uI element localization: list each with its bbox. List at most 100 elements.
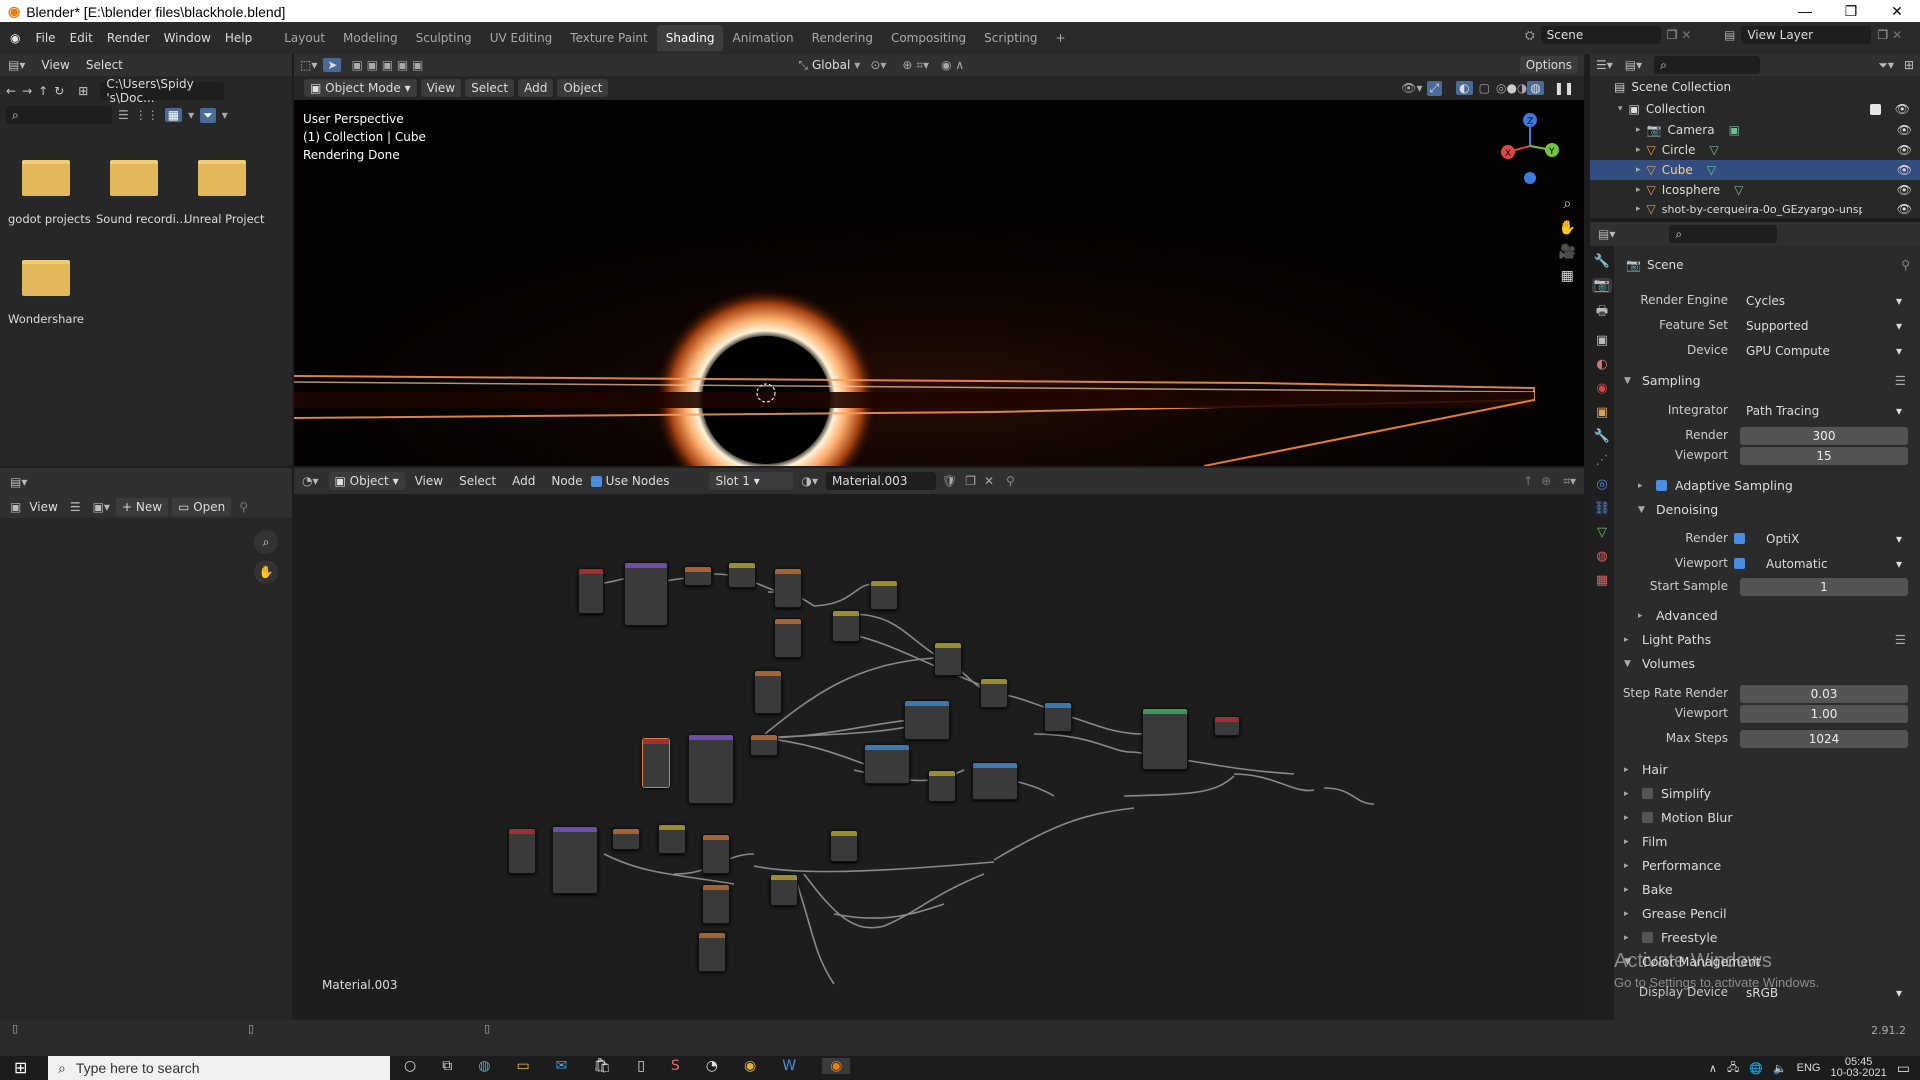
outliner-item[interactable]: ▸ 📷 Camera ▣ 👁: [1590, 120, 1920, 140]
simplify-header[interactable]: ▸ Simplify: [1624, 786, 1711, 801]
file-browser-menu-view[interactable]: View: [33, 58, 77, 72]
network-icon[interactable]: 🖧: [1727, 1059, 1739, 1078]
node-editor-type-icon[interactable]: ◔▾: [294, 474, 327, 488]
tray-chevron-icon[interactable]: ∧: [1709, 1062, 1717, 1075]
shader-node[interactable]: [684, 566, 712, 586]
bake-header[interactable]: ▸ Bake: [1624, 882, 1673, 897]
node-menu-node[interactable]: Node: [543, 474, 590, 488]
outliner-collection[interactable]: ▾ ▣ Collection 👁: [1618, 100, 1918, 118]
blender-menu-icon[interactable]: ◉: [0, 31, 28, 45]
denoise-viewport-checkbox[interactable]: [1734, 558, 1745, 569]
minimize-button[interactable]: —: [1782, 0, 1828, 22]
list-view-icon[interactable]: ☰: [118, 108, 129, 122]
unlink-material-icon[interactable]: ✕: [980, 474, 998, 488]
render-engine-dropdown[interactable]: Cycles ▾: [1740, 292, 1908, 310]
physics-tab-icon[interactable]: ◎: [1596, 477, 1607, 492]
zoom-icon[interactable]: ⌕: [254, 530, 278, 554]
editor-type-icon[interactable]: ▤▾: [0, 58, 33, 72]
hamburger-menu-icon[interactable]: ☰: [62, 500, 89, 514]
volume-icon[interactable]: 🔈: [1773, 1062, 1787, 1075]
shader-node[interactable]: [972, 762, 1018, 800]
node-pin-icon[interactable]: ⚲: [998, 474, 1023, 488]
overlay-toggle-icon[interactable]: ◐: [1456, 81, 1473, 95]
shader-node[interactable]: [774, 618, 802, 658]
shader-node[interactable]: [864, 744, 910, 784]
film-header[interactable]: ▸ Film: [1624, 834, 1667, 849]
node-menu-select[interactable]: Select: [451, 474, 504, 488]
file-explorer-icon[interactable]: ▭: [516, 1058, 529, 1074]
snap-icon[interactable]: ⊕ ⌗▾: [896, 58, 935, 73]
presets-list-icon[interactable]: ☰: [1895, 373, 1914, 388]
item-visibility-icon[interactable]: 👁: [1889, 202, 1920, 216]
filter-dropdown-icon[interactable]: ▾: [222, 108, 228, 122]
clock[interactable]: 05:45 10-03-2021: [1830, 1057, 1886, 1079]
tab-rendering[interactable]: Rendering: [803, 25, 882, 51]
new-collection-icon[interactable]: ⊞: [1898, 58, 1920, 72]
folder-item[interactable]: godot projects: [8, 160, 91, 226]
new-scene-icon[interactable]: ❐: [1667, 28, 1678, 42]
options-dropdown[interactable]: Options: [1519, 56, 1578, 74]
visibility-icon[interactable]: 👁▾: [1397, 81, 1426, 95]
shader-node[interactable]: [928, 770, 956, 802]
node-editor-canvas[interactable]: Material.003: [294, 494, 1584, 1020]
pivot-icon[interactable]: ⊙▾: [860, 58, 896, 72]
material-tab-icon[interactable]: ◍: [1596, 549, 1607, 564]
outliner-scene-collection[interactable]: ▤ Scene Collection: [1614, 80, 1731, 94]
collection-visibility-icon[interactable]: 👁: [1887, 102, 1918, 116]
item-visibility-icon[interactable]: 👁: [1889, 163, 1920, 177]
camera-view-icon[interactable]: 🎥: [1559, 244, 1576, 260]
properties-editor-type-icon[interactable]: ▤▾: [1590, 227, 1623, 241]
viewport-editor-type-icon[interactable]: ⬚▾: [294, 58, 323, 72]
denoise-viewport-dropdown[interactable]: Automatic ▾: [1760, 555, 1908, 573]
menu-file[interactable]: File: [28, 31, 62, 45]
shader-node[interactable]: [578, 568, 604, 614]
outliner-item-selected[interactable]: ▸ ▽ Cube ▽ 👁: [1590, 160, 1920, 180]
shader-node[interactable]: [832, 610, 860, 642]
object-tab-icon[interactable]: ▣: [1596, 405, 1608, 420]
motion-blur-checkbox[interactable]: [1642, 812, 1653, 823]
render-tab-icon[interactable]: 📷: [1591, 278, 1613, 293]
viewport-3d[interactable]: User Perspective (1) Collection | Cube R…: [294, 100, 1584, 466]
sort-dropdown-icon[interactable]: ▾: [188, 108, 194, 122]
adaptive-sampling-header[interactable]: ▸ Adaptive Sampling: [1638, 478, 1793, 493]
refresh-icon[interactable]: ↻: [54, 84, 64, 98]
pan-view-icon[interactable]: ✋: [1559, 220, 1576, 236]
shader-node[interactable]: [702, 884, 730, 924]
app-icon[interactable]: ▯: [637, 1058, 645, 1074]
rendered-shading-icon[interactable]: ◍: [1527, 81, 1544, 95]
slot-dropdown[interactable]: Slot 1 ▾: [709, 472, 794, 490]
max-steps-field[interactable]: 1024: [1740, 730, 1908, 748]
delete-view-layer-icon[interactable]: ✕: [1892, 28, 1902, 42]
material-browse-icon[interactable]: ◑▾: [795, 474, 824, 488]
modifier-tab-icon[interactable]: 🔧: [1594, 429, 1610, 444]
menu-help[interactable]: Help: [218, 31, 259, 45]
start-sample-field[interactable]: 1: [1740, 578, 1908, 596]
shader-node[interactable]: [552, 826, 598, 894]
sampling-panel-header[interactable]: ▼ Sampling ☰: [1624, 373, 1914, 388]
tab-animation[interactable]: Animation: [723, 25, 802, 51]
properties-pin-icon[interactable]: ⚲: [1901, 258, 1910, 272]
proportional-edit-icon[interactable]: ◉ ∧: [935, 58, 970, 72]
advanced-header[interactable]: ▸ Advanced: [1638, 608, 1718, 623]
material-shading-icon[interactable]: ◑: [1517, 81, 1527, 95]
node-menu-view[interactable]: View: [407, 474, 451, 488]
file-browser-menu-select[interactable]: Select: [78, 58, 131, 72]
blender-taskbar-icon[interactable]: ◉: [822, 1058, 851, 1074]
tool-tab-icon[interactable]: 🔧: [1594, 254, 1610, 269]
filter-icon[interactable]: ⏷: [200, 107, 216, 123]
file-search-input[interactable]: ⌕: [6, 106, 112, 124]
new-view-layer-icon[interactable]: ❐: [1877, 28, 1888, 42]
thumbnail-view-icon[interactable]: ▦: [164, 108, 183, 122]
denoise-render-checkbox[interactable]: [1734, 533, 1745, 544]
outliner-item[interactable]: ▸ ▽ shot-by-cerqueira-0o_GEzyargo-unspla…: [1590, 200, 1920, 218]
tab-uv-editing[interactable]: UV Editing: [481, 25, 562, 51]
tab-layout[interactable]: Layout: [275, 25, 334, 51]
viewport-menu-object[interactable]: Object: [557, 79, 609, 97]
outliner-item[interactable]: ▸ ▽ Icosphere ▽ 👁: [1590, 180, 1920, 200]
shader-node[interactable]: [754, 670, 782, 714]
node-overlay-icon[interactable]: ⌗▾: [1555, 474, 1584, 489]
device-dropdown[interactable]: GPU Compute ▾: [1740, 342, 1908, 360]
parent-node-tree-icon[interactable]: ↑: [1519, 474, 1537, 488]
presets-list-icon[interactable]: ☰: [1895, 632, 1914, 647]
shader-node[interactable]: [1214, 716, 1240, 736]
